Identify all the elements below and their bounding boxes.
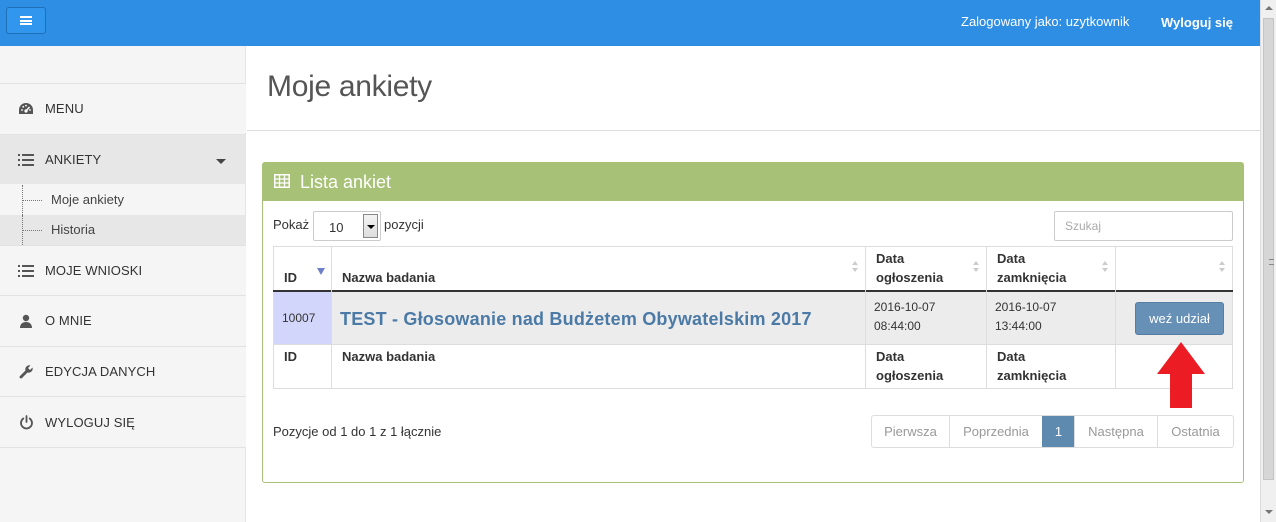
vertical-scrollbar[interactable]	[1260, 0, 1276, 522]
sidebar-item-menu[interactable]: MENU	[0, 83, 246, 133]
tree-branch	[22, 230, 42, 231]
row-divider	[273, 344, 1233, 345]
panel-title: Lista ankiet	[300, 171, 392, 192]
row-announced: 2016-10-07 08:44:00	[874, 298, 935, 336]
column-separator	[331, 247, 332, 388]
search-input[interactable]	[1054, 211, 1233, 241]
wrench-icon	[18, 364, 34, 380]
column-header-id[interactable]: ID	[284, 268, 297, 287]
column-header-closed[interactable]: Data zamknięcia	[997, 249, 1066, 287]
sort-desc-icon	[317, 268, 325, 275]
take-part-button[interactable]: weź udział	[1135, 302, 1224, 335]
date: 2016-10-07	[874, 300, 936, 314]
scroll-up-icon[interactable]	[1265, 6, 1273, 10]
user-icon	[18, 313, 34, 329]
sidebar-item-label: WYLOGUJ SIĘ	[45, 414, 135, 430]
header-line: Data	[997, 251, 1026, 266]
logged-in-user-text: Zalogowany jako: uzytkownik	[961, 14, 1130, 29]
row-closed: 2016-10-07 13:44:00	[995, 298, 1056, 336]
sort-icon	[973, 261, 979, 272]
footer-header-id: ID	[284, 349, 297, 364]
scroll-down-icon[interactable]	[1265, 510, 1273, 514]
header-divider	[273, 290, 1233, 292]
panel-header: Lista ankiet	[263, 163, 1243, 201]
table-icon	[274, 173, 290, 191]
survey-title-link[interactable]: TEST - Głosowanie nad Budżetem Obywatels…	[340, 309, 812, 330]
sort-icon	[852, 261, 858, 272]
pagination: Pierwsza Poprzednia 1 Następna Ostatnia	[871, 415, 1234, 448]
pager-next[interactable]: Następna	[1074, 416, 1157, 447]
sidebar-item-label: MENU	[45, 101, 84, 116]
column-header-announced[interactable]: Data ogłoszenia	[876, 249, 943, 287]
column-separator	[1115, 247, 1116, 388]
show-label: Pokaż	[273, 217, 310, 232]
column-separator	[986, 247, 987, 388]
sidebar-item-edycja-danych[interactable]: EDYCJA DANYCH	[0, 346, 246, 396]
date: 2016-10-07	[995, 300, 1057, 314]
sidebar-item-label: EDYCJA DANYCH	[45, 364, 156, 379]
dropdown-arrow-icon[interactable]	[363, 214, 378, 238]
header-line: Data	[876, 251, 905, 266]
time: 08:44:00	[874, 319, 921, 333]
sidebar-item-wyloguj[interactable]: WYLOGUJ SIĘ	[0, 396, 246, 448]
footer-header-name: Nazwa badania	[342, 349, 436, 364]
dashboard-icon	[18, 101, 34, 117]
list-icon	[18, 263, 34, 279]
pager-first[interactable]: Pierwsza	[872, 416, 949, 447]
sidebar-subitem-label: Moje ankiety	[51, 192, 124, 207]
sidebar-subitem-moje-ankiety[interactable]: Moje ankiety	[0, 185, 246, 215]
sidebar-item-o-mnie[interactable]: O MNIE	[0, 295, 246, 345]
header-line: Data	[997, 349, 1026, 364]
menu-toggle-button[interactable]	[6, 7, 46, 34]
sidebar-item-label: ANKIETY	[45, 152, 102, 167]
red-arrow-annotation	[1157, 342, 1205, 408]
caret-down-icon	[216, 159, 226, 164]
sidebar-item-moje-wnioski[interactable]: MOJE WNIOSKI	[0, 245, 246, 295]
column-header-name[interactable]: Nazwa badania	[342, 268, 435, 287]
row-id: 10007	[282, 311, 316, 325]
time: 13:44:00	[995, 319, 1042, 333]
sidebar: MENU ANKIETY Moje ankiety Historia MOJE …	[0, 46, 246, 522]
positions-label: pozycji	[384, 217, 424, 232]
divider	[247, 130, 1260, 131]
header-line: Data	[876, 349, 905, 364]
sidebar-item-ankiety[interactable]: ANKIETY	[0, 134, 246, 184]
header-line: zamknięcia	[997, 368, 1067, 383]
sidebar-subitem-label: Historia	[51, 222, 96, 237]
page-size-select[interactable]: 10	[313, 211, 381, 241]
page-title: Moje ankiety	[267, 70, 432, 103]
list-icon	[18, 152, 34, 168]
grip-icon	[1269, 259, 1274, 265]
sidebar-item-label: MOJE WNIOSKI	[45, 263, 143, 278]
logout-link[interactable]: Wyloguj się	[1161, 15, 1233, 30]
sidebar-subitem-historia[interactable]: Historia	[0, 215, 246, 245]
power-icon	[18, 414, 34, 430]
footer-header-closed: Data zamknięcia	[997, 347, 1066, 385]
footer-header-announced: Data ogłoszenia	[876, 347, 943, 385]
tree-branch	[22, 200, 42, 201]
page-size-value: 10	[329, 220, 344, 235]
header-line: zamknięcia	[997, 270, 1067, 285]
top-navbar: Zalogowany jako: uzytkownik Wyloguj się	[0, 0, 1260, 46]
pager-prev[interactable]: Poprzednia	[949, 416, 1042, 447]
header-line: ogłoszenia	[876, 270, 944, 285]
pager-last[interactable]: Ostatnia	[1157, 416, 1233, 447]
hamburger-icon	[20, 16, 32, 25]
sort-icon	[1219, 261, 1225, 272]
pager-current[interactable]: 1	[1042, 416, 1074, 447]
sort-icon	[1102, 261, 1108, 272]
scroll-thumb[interactable]	[1263, 18, 1274, 480]
pagination-info: Pozycje od 1 do 1 z 1 łącznie	[273, 424, 442, 439]
header-line: ogłoszenia	[876, 368, 944, 383]
column-separator	[865, 247, 866, 388]
sidebar-item-label: O MNIE	[45, 313, 92, 328]
